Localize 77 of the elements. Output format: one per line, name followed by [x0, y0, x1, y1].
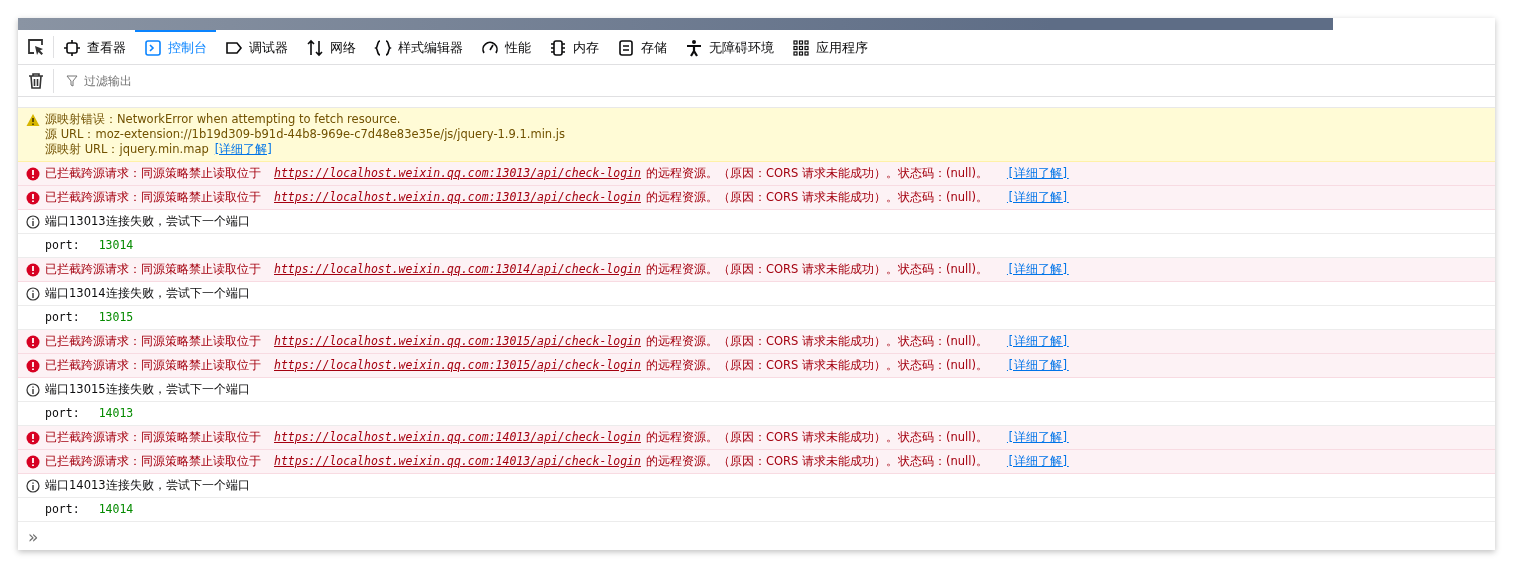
url-link[interactable]: https://localhost.weixin.qq.com:13014/api/check-login — [274, 262, 641, 277]
log-value: 13014 — [98, 238, 134, 253]
tab[interactable]: 调试器 — [216, 30, 297, 64]
error-text: 的远程资源。（原因：CORS 请求未能成功）。状态码：(null)。 — [645, 430, 988, 445]
log-label: port: — [45, 310, 80, 325]
info-icon — [26, 383, 40, 397]
error-icon — [26, 455, 40, 469]
url-link[interactable]: https://localhost.weixin.qq.com:13015/api/check-login — [274, 334, 641, 349]
braces-icon — [374, 39, 392, 57]
log-label: port: — [45, 502, 80, 517]
info-text: 端口13013连接失败，尝试下一个端口 — [45, 214, 250, 229]
error-text: 的远程资源。（原因：CORS 请求未能成功）。状态码：(null)。 — [645, 358, 988, 373]
learn-more-link[interactable]: [详细了解] — [1006, 334, 1069, 349]
error-text: 已拦截跨源请求：同源策略禁止读取位于 — [45, 190, 261, 205]
tab[interactable]: 内存 — [540, 30, 608, 64]
error-icon — [26, 431, 40, 445]
error-icon — [26, 359, 40, 373]
log-value: 13015 — [98, 310, 134, 325]
learn-more-link[interactable]: [详细了解] — [214, 142, 272, 156]
tab[interactable]: 网络 — [297, 30, 365, 64]
error-text: 已拦截跨源请求：同源策略禁止读取位于 — [45, 454, 261, 469]
url-link[interactable]: https://localhost.weixin.qq.com:14013/api/check-login — [274, 454, 641, 469]
error-text: 已拦截跨源请求：同源策略禁止读取位于 — [45, 334, 261, 349]
person-icon — [685, 39, 703, 57]
log-value: 14014 — [98, 502, 134, 517]
learn-more-link[interactable]: [详细了解] — [1006, 190, 1069, 205]
error-icon — [26, 335, 40, 349]
info-icon — [26, 215, 40, 229]
arrows-icon — [306, 39, 324, 57]
error-text: 的远程资源。（原因：CORS 请求未能成功）。状态码：(null)。 — [645, 166, 988, 181]
log-value: 14013 — [98, 406, 134, 421]
learn-more-link[interactable]: [详细了解] — [1006, 166, 1069, 181]
learn-more-link[interactable]: [详细了解] — [1006, 262, 1069, 277]
storage-icon — [617, 39, 635, 57]
tab[interactable]: 存储 — [608, 30, 676, 64]
error-text: 的远程资源。（原因：CORS 请求未能成功）。状态码：(null)。 — [645, 334, 988, 349]
error-text: 已拦截跨源请求：同源策略禁止读取位于 — [45, 166, 261, 181]
learn-more-link[interactable]: [详细了解] — [1006, 430, 1069, 445]
url-link[interactable]: https://localhost.weixin.qq.com:13013/api/check-login — [274, 190, 641, 205]
info-icon — [26, 287, 40, 301]
error-text: 的远程资源。（原因：CORS 请求未能成功）。状态码：(null)。 — [645, 262, 988, 277]
tab[interactable]: 性能 — [472, 30, 540, 64]
tab[interactable]: 无障碍环境 — [676, 30, 783, 64]
url-link[interactable]: https://localhost.weixin.qq.com:13015/api/check-login — [274, 358, 641, 373]
log-label: port: — [45, 406, 80, 421]
console-icon — [144, 39, 162, 57]
log-label: port: — [45, 238, 80, 253]
warning-text: 源映射错误：NetworkError when attempting to fetch resource. — [45, 112, 401, 126]
url-link[interactable]: https://localhost.weixin.qq.com:14013/api/check-login — [274, 430, 641, 445]
grid-icon — [792, 39, 810, 57]
error-text: 已拦截跨源请求：同源策略禁止读取位于 — [45, 358, 261, 373]
tab[interactable]: 查看器 — [54, 30, 135, 64]
error-icon — [26, 167, 40, 181]
filter-icon — [66, 74, 78, 87]
picker-icon[interactable] — [26, 38, 45, 56]
error-text: 的远程资源。（原因：CORS 请求未能成功）。状态码：(null)。 — [645, 190, 988, 205]
tab[interactable]: 应用程序 — [783, 30, 877, 64]
error-icon — [26, 191, 40, 205]
info-icon — [26, 479, 40, 493]
info-text: 端口14013连接失败，尝试下一个端口 — [45, 478, 250, 493]
info-text: 端口13015连接失败，尝试下一个端口 — [45, 382, 250, 397]
error-text: 已拦截跨源请求：同源策略禁止读取位于 — [45, 262, 261, 277]
tag-icon — [225, 39, 243, 57]
chip-icon — [549, 39, 567, 57]
inspector-icon — [63, 39, 81, 57]
error-text: 已拦截跨源请求：同源策略禁止读取位于 — [45, 430, 261, 445]
prompt-chevron: » — [27, 526, 40, 550]
error-text: 的远程资源。（原因：CORS 请求未能成功）。状态码：(null)。 — [645, 454, 988, 469]
warning-icon — [26, 113, 40, 127]
info-text: 端口13014连接失败，尝试下一个端口 — [45, 286, 250, 301]
warning-text: 源 URL：moz-extension://1b19d309-b91d-44b8-969e-c7d48e83e35e/js/jquery-1.9.1.min.js — [45, 127, 565, 141]
error-icon — [26, 263, 40, 277]
learn-more-link[interactable]: [详细了解] — [1006, 454, 1069, 469]
url-link[interactable]: https://localhost.weixin.qq.com:13013/api/check-login — [274, 166, 641, 181]
learn-more-link[interactable]: [详细了解] — [1006, 358, 1069, 373]
tab[interactable]: 样式编辑器 — [365, 30, 472, 64]
warning-text: 源映射 URL：jquery.min.map — [45, 142, 209, 156]
